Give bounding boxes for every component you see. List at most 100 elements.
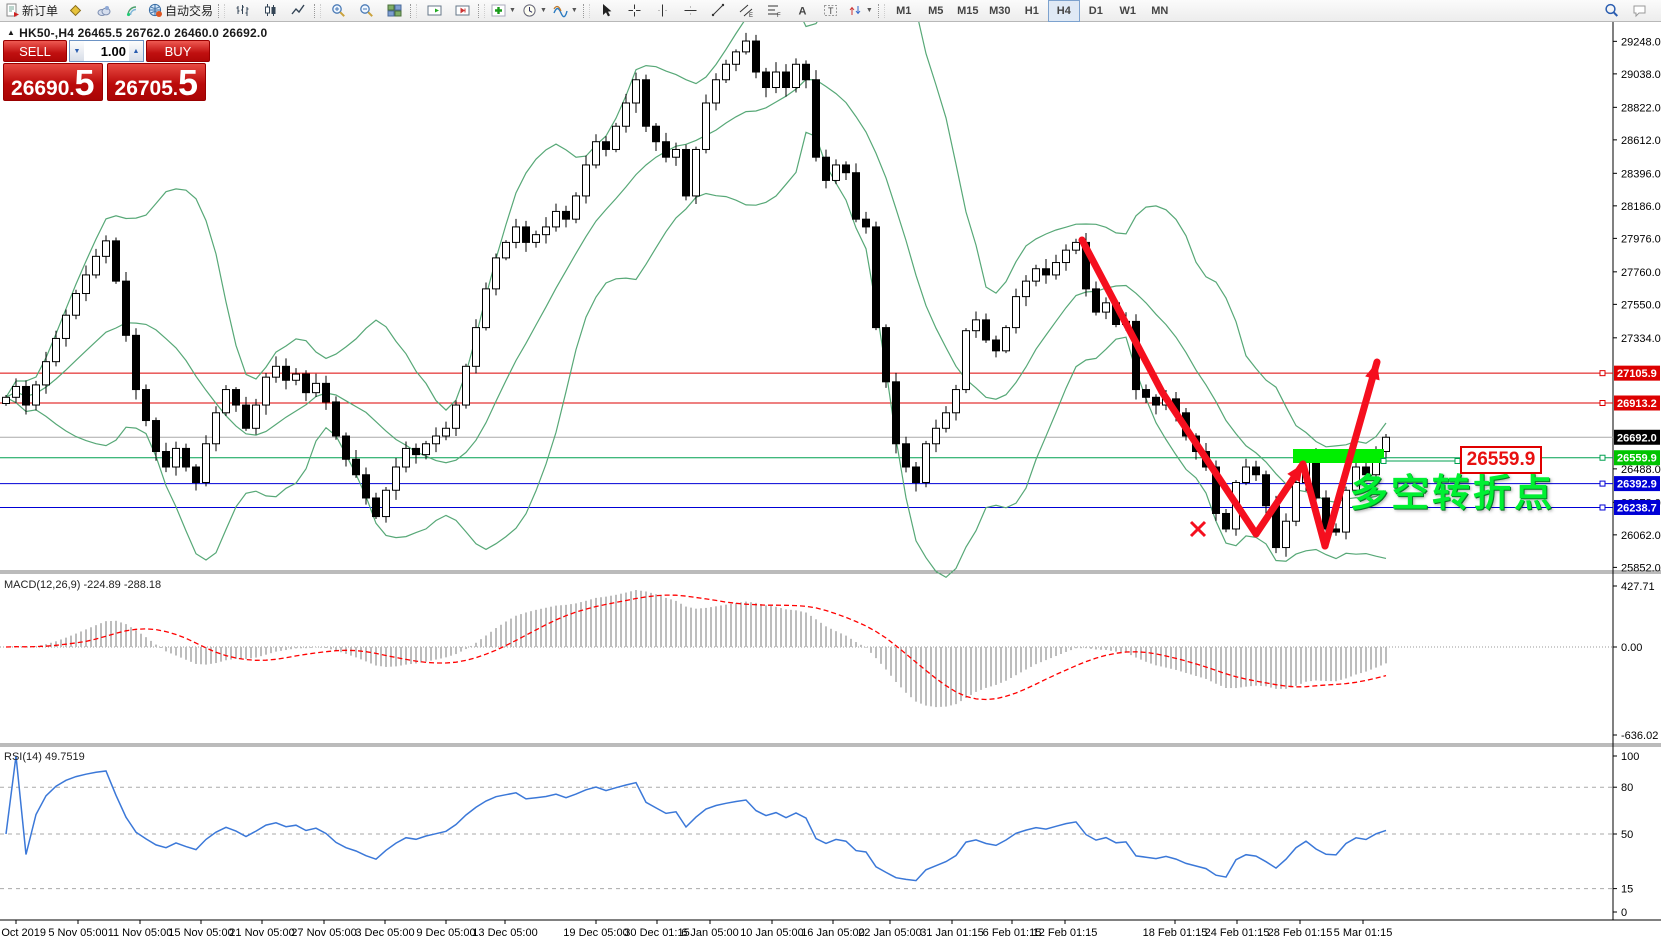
sell-button[interactable]: SELL xyxy=(3,40,67,62)
line-chart-icon xyxy=(291,3,306,18)
clock-icon xyxy=(522,3,537,18)
bar-chart-icon xyxy=(235,3,250,18)
svg-text:10 Jan 05:00: 10 Jan 05:00 xyxy=(740,927,804,939)
timeframe-m5[interactable]: M5 xyxy=(920,0,952,22)
shapes-icon xyxy=(848,3,863,18)
new-order-button[interactable]: 新订单 xyxy=(2,0,61,22)
label-button[interactable]: T xyxy=(817,0,845,22)
auto-scroll-icon xyxy=(427,3,442,18)
macd-indicator-label: MACD(12,26,9) -224.89 -288.18 xyxy=(4,579,161,591)
dropdown-caret-icon: ▼ xyxy=(571,7,578,14)
svg-text:27976.0: 27976.0 xyxy=(1621,233,1661,245)
svg-text:24 Feb 01:15: 24 Feb 01:15 xyxy=(1205,927,1270,939)
svg-text:28186.0: 28186.0 xyxy=(1621,201,1661,213)
add-indicator-button[interactable]: ▼ xyxy=(488,0,519,22)
svg-text:100: 100 xyxy=(1621,751,1639,763)
svg-text:15 Nov 05:00: 15 Nov 05:00 xyxy=(168,927,233,939)
svg-text:12 Feb 01:15: 12 Feb 01:15 xyxy=(1033,927,1098,939)
timeframe-m1[interactable]: M1 xyxy=(888,0,920,22)
timeframe-mn[interactable]: MN xyxy=(1144,0,1176,22)
signal-button[interactable] xyxy=(117,0,145,22)
toolbar-separator xyxy=(478,4,485,18)
styles-button[interactable] xyxy=(61,0,89,22)
zoom-in-icon xyxy=(331,3,346,18)
trendline-button[interactable] xyxy=(705,0,733,22)
templates-icon xyxy=(553,3,568,18)
shapes-button[interactable]: ▼ xyxy=(845,0,876,22)
svg-text:-636.02: -636.02 xyxy=(1621,730,1658,742)
bar-chart-button[interactable] xyxy=(228,0,256,22)
signal-icon xyxy=(124,3,139,18)
tile-windows-button[interactable] xyxy=(380,0,408,22)
channel-button[interactable]: E xyxy=(733,0,761,22)
timeframe-d1[interactable]: D1 xyxy=(1080,0,1112,22)
volume-decrease-button[interactable]: ▼ xyxy=(70,41,84,61)
svg-text:18 Feb 01:15: 18 Feb 01:15 xyxy=(1143,927,1208,939)
timeframe-m30[interactable]: M30 xyxy=(984,0,1016,22)
svg-text:28612.0: 28612.0 xyxy=(1621,135,1661,147)
svg-text:21 Nov 05:00: 21 Nov 05:00 xyxy=(229,927,294,939)
channel-icon: E xyxy=(739,3,754,18)
svg-text:15: 15 xyxy=(1621,884,1633,896)
timeframe-h4[interactable]: H4 xyxy=(1048,0,1080,22)
horizontal-line-button[interactable] xyxy=(677,0,705,22)
svg-text:30 Dec 01:15: 30 Dec 01:15 xyxy=(624,927,689,939)
svg-text:28 Feb 01:15: 28 Feb 01:15 xyxy=(1268,927,1333,939)
sell-price[interactable]: 26690.5 xyxy=(3,63,103,101)
crosshair-button[interactable] xyxy=(621,0,649,22)
svg-text:3 Dec 05:00: 3 Dec 05:00 xyxy=(355,927,414,939)
svg-text:26488.0: 26488.0 xyxy=(1621,464,1661,476)
svg-text:26062.0: 26062.0 xyxy=(1621,530,1661,542)
candle-chart-button[interactable] xyxy=(256,0,284,22)
trendline-icon xyxy=(711,3,726,18)
cursor-button[interactable] xyxy=(593,0,621,22)
svg-text:0: 0 xyxy=(1621,907,1627,919)
svg-text:T: T xyxy=(828,6,834,16)
chart-symbol-title: ▲HK50-,H4 26465.5 26762.0 26460.0 26692.… xyxy=(7,26,267,40)
cloud-button[interactable] xyxy=(89,0,117,22)
timeframe-m15[interactable]: M15 xyxy=(952,0,984,22)
timeframe-w1[interactable]: W1 xyxy=(1112,0,1144,22)
svg-text:11 Nov 05:00: 11 Nov 05:00 xyxy=(108,927,173,939)
search-button[interactable] xyxy=(1597,0,1625,22)
buy-button[interactable]: BUY xyxy=(146,40,210,62)
fibonacci-button[interactable]: F xyxy=(761,0,789,22)
chat-button[interactable] xyxy=(1625,0,1653,22)
new-order-icon xyxy=(5,3,20,18)
auto-scroll-button[interactable] xyxy=(420,0,448,22)
text-a-icon: A xyxy=(795,3,810,18)
svg-text:22 Jan 05:00: 22 Jan 05:00 xyxy=(858,927,922,939)
cursor-icon xyxy=(599,3,614,18)
autotrade-button[interactable]: 自动交易 xyxy=(145,0,216,22)
svg-text:27105.9: 27105.9 xyxy=(1617,368,1657,380)
svg-text:13 Dec 05:00: 13 Dec 05:00 xyxy=(472,927,537,939)
toolbar-separator xyxy=(878,4,885,18)
zoom-in-button[interactable] xyxy=(324,0,352,22)
svg-text:E: E xyxy=(749,13,753,18)
text-button[interactable]: A xyxy=(789,0,817,22)
vertical-line-button[interactable] xyxy=(649,0,677,22)
svg-text:27760.0: 27760.0 xyxy=(1621,267,1661,279)
volume-increase-button[interactable]: ▲ xyxy=(129,41,143,61)
zoom-out-button[interactable] xyxy=(352,0,380,22)
svg-text:F: F xyxy=(777,13,781,18)
svg-text:30 Oct 2019: 30 Oct 2019 xyxy=(0,927,46,939)
svg-text:29248.0: 29248.0 xyxy=(1621,36,1661,48)
svg-text:27334.0: 27334.0 xyxy=(1621,333,1661,345)
periods-button[interactable]: ▼ xyxy=(519,0,550,22)
chart-shift-button[interactable] xyxy=(448,0,476,22)
svg-text:9 Dec 05:00: 9 Dec 05:00 xyxy=(416,927,475,939)
line-chart-button[interactable] xyxy=(284,0,312,22)
svg-text:A: A xyxy=(799,6,807,18)
volume-input[interactable] xyxy=(84,41,129,61)
crosshair-icon xyxy=(627,3,642,18)
templates-button[interactable]: ▼ xyxy=(550,0,581,22)
svg-text:5 Mar 01:15: 5 Mar 01:15 xyxy=(1334,927,1393,939)
price-callout-label: 26559.9 xyxy=(1460,446,1542,474)
buy-price[interactable]: 26705.5 xyxy=(107,63,207,101)
dropdown-caret-icon: ▼ xyxy=(866,7,873,14)
toolbar-separator xyxy=(583,4,590,18)
autotrade-icon xyxy=(148,3,163,18)
svg-text:427.71: 427.71 xyxy=(1621,581,1655,593)
timeframe-h1[interactable]: H1 xyxy=(1016,0,1048,22)
